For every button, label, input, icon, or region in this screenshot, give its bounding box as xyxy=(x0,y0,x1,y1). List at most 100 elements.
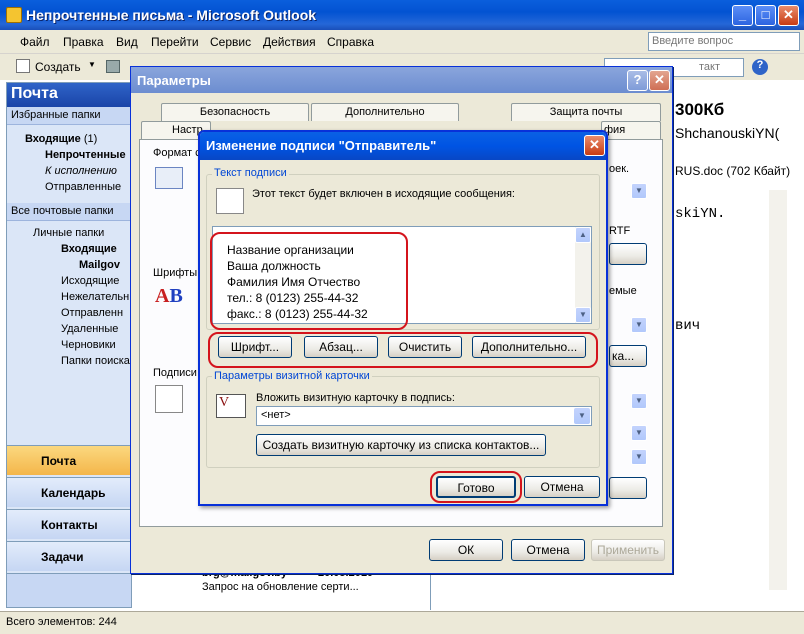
params-apply-button[interactable]: Применить xyxy=(591,539,665,561)
message-subject: Запрос на обновление серти... xyxy=(202,581,359,593)
navigation-pane: Почта Избранные папки Входящие (1) Непро… xyxy=(6,82,132,608)
tree-deleted[interactable]: Удаленные xyxy=(61,323,118,335)
create-vcard-button[interactable]: Создать визитную карточку из списка конт… xyxy=(256,434,546,456)
menu-edit[interactable]: Правка xyxy=(63,35,104,49)
message-from: ShchanouskiYN( xyxy=(675,125,780,141)
params-dropdown-5[interactable]: ▼ xyxy=(631,449,647,465)
create-button[interactable]: Создать xyxy=(35,60,81,74)
params-title: Параметры xyxy=(137,73,211,88)
help-search-input[interactable]: Введите вопрос xyxy=(648,32,800,51)
params-help-button[interactable]: ? xyxy=(627,70,648,91)
fav-sent[interactable]: Отправленные xyxy=(45,181,121,193)
params-format-label: Формат с xyxy=(153,147,201,159)
vcard-label: Вложить визитную карточку в подпись: xyxy=(256,392,455,404)
tab-mail-security[interactable]: Защита почты xyxy=(511,103,661,121)
params-right-label-3: емые xyxy=(609,285,637,297)
sig-title: Изменение подписи "Отправитель" xyxy=(206,138,437,153)
fav-followup[interactable]: К исполнению xyxy=(45,165,117,177)
window-title: Непрочтенные письма - Microsoft Outlook xyxy=(26,7,317,23)
params-right-button-2[interactable]: ка... xyxy=(609,345,647,367)
sig-title-bar: Изменение подписи "Отправитель" xyxy=(200,132,606,160)
highlight-buttons xyxy=(208,332,598,368)
nav-shortcuts-bar xyxy=(7,573,131,607)
new-icon xyxy=(16,59,30,73)
fav-inbox-count: (1) xyxy=(83,133,98,145)
sig-text-group-label: Текст подписи xyxy=(212,167,289,179)
params-dropdown-2[interactable]: ▼ xyxy=(631,317,647,333)
scroll-down-icon[interactable]: ▼ xyxy=(575,307,591,323)
contact-search-text: такт xyxy=(698,61,720,73)
sig-editor-scrollbar[interactable]: ▲ ▼ xyxy=(575,227,591,323)
message-body-1: skiYN. xyxy=(675,206,726,222)
nav-tasks-button[interactable]: Задачи xyxy=(7,541,131,571)
params-right-button-3[interactable] xyxy=(609,477,647,499)
tree-junk[interactable]: Нежелательн xyxy=(61,291,129,303)
abc-icon: AB xyxy=(155,285,183,307)
params-title-bar: Параметры xyxy=(131,67,672,93)
nav-calendar-button[interactable]: Календарь xyxy=(7,477,131,507)
vcard-select[interactable]: <нет> ▼ xyxy=(256,406,592,426)
fav-inbox-label: Входящие xyxy=(25,133,81,145)
params-signatures-label: Подписи xyxy=(153,367,197,379)
params-cancel-button[interactable]: Отмена xyxy=(511,539,585,561)
tab-advanced[interactable]: Дополнительно xyxy=(311,103,459,121)
highlight-sig-text xyxy=(210,232,408,330)
main-title-bar: Непрочтенные письма - Microsoft Outlook … xyxy=(0,0,804,30)
params-right-button-1[interactable] xyxy=(609,243,647,265)
params-fonts-label: Шрифты xyxy=(153,267,198,279)
sig-cancel-button[interactable]: Отмена xyxy=(524,476,600,498)
format-icon xyxy=(155,167,183,189)
nav-title: Почта xyxy=(7,83,131,107)
scroll-up-icon[interactable]: ▲ xyxy=(575,227,591,243)
menu-bar: Файл Правка Вид Перейти Сервис Действия … xyxy=(0,30,804,54)
print-icon[interactable] xyxy=(106,60,120,73)
params-dropdown-4[interactable]: ▼ xyxy=(631,425,647,441)
tree-inbox[interactable]: Входящие xyxy=(61,243,117,255)
create-dropdown-icon[interactable]: ▼ xyxy=(88,60,96,69)
message-body-2: вич xyxy=(675,318,701,334)
menu-tools[interactable]: Сервис xyxy=(210,35,251,49)
fav-inbox[interactable]: Входящие (1) xyxy=(25,133,97,145)
tree-drafts[interactable]: Черновики xyxy=(61,339,116,351)
message-size: 300Кб xyxy=(675,100,725,119)
params-ok-button[interactable]: ОК xyxy=(429,539,503,561)
help-icon[interactable]: ? xyxy=(752,59,768,75)
close-button[interactable]: ✕ xyxy=(778,5,799,26)
nav-mail-button[interactable]: Почта xyxy=(7,445,131,475)
minimize-button[interactable]: _ xyxy=(732,5,753,26)
menu-view[interactable]: Вид xyxy=(116,35,138,49)
message-attachment[interactable]: RUS.doc (702 Кбайт) xyxy=(675,164,790,178)
params-dropdown-1[interactable]: ▼ xyxy=(631,183,647,199)
highlight-done xyxy=(430,471,522,503)
tree-search[interactable]: Папки поиска xyxy=(61,355,130,367)
params-dropdown-3[interactable]: ▼ xyxy=(631,393,647,409)
vcard-group-label: Параметры визитной карточки xyxy=(212,370,372,382)
tab-spelling[interactable]: фия xyxy=(601,121,661,139)
menu-go[interactable]: Перейти xyxy=(151,35,199,49)
status-bar: Всего элементов: 244 xyxy=(0,611,804,634)
reading-scrollbar[interactable] xyxy=(769,190,787,590)
tree-sent[interactable]: Отправленн xyxy=(61,307,123,319)
tab-security[interactable]: Безопасность xyxy=(161,103,309,121)
menu-actions[interactable]: Действия xyxy=(263,35,316,49)
fav-unread[interactable]: Непрочтенные xyxy=(45,149,126,161)
nav-contacts-button[interactable]: Контакты xyxy=(7,509,131,539)
vcard-select-value: <нет> xyxy=(261,409,291,421)
message-list-item[interactable]: brg@mailgov.by 20.05.2010 Запрос на обно… xyxy=(178,567,382,610)
outlook-icon xyxy=(6,7,22,23)
tree-outbox[interactable]: Исходящие xyxy=(61,275,119,287)
chevron-down-icon[interactable]: ▼ xyxy=(574,408,590,424)
menu-file[interactable]: Файл xyxy=(20,35,50,49)
signature-dialog: Изменение подписи "Отправитель" ✕ Текст … xyxy=(198,130,608,506)
tree-mailgov[interactable]: Mailgov xyxy=(79,259,120,271)
all-folders-header: Все почтовые папки xyxy=(7,203,131,221)
maximize-button[interactable]: □ xyxy=(755,5,776,26)
signature-icon xyxy=(155,385,183,413)
tree-personal[interactable]: Личные папки xyxy=(33,227,104,239)
menu-help[interactable]: Справка xyxy=(327,35,374,49)
params-close-button[interactable]: ✕ xyxy=(649,70,670,91)
favorites-header: Избранные папки xyxy=(7,107,131,125)
sig-close-button[interactable]: ✕ xyxy=(584,135,605,156)
params-right-label-1: оек. xyxy=(609,163,630,175)
params-right-label-2: RTF xyxy=(609,225,631,237)
